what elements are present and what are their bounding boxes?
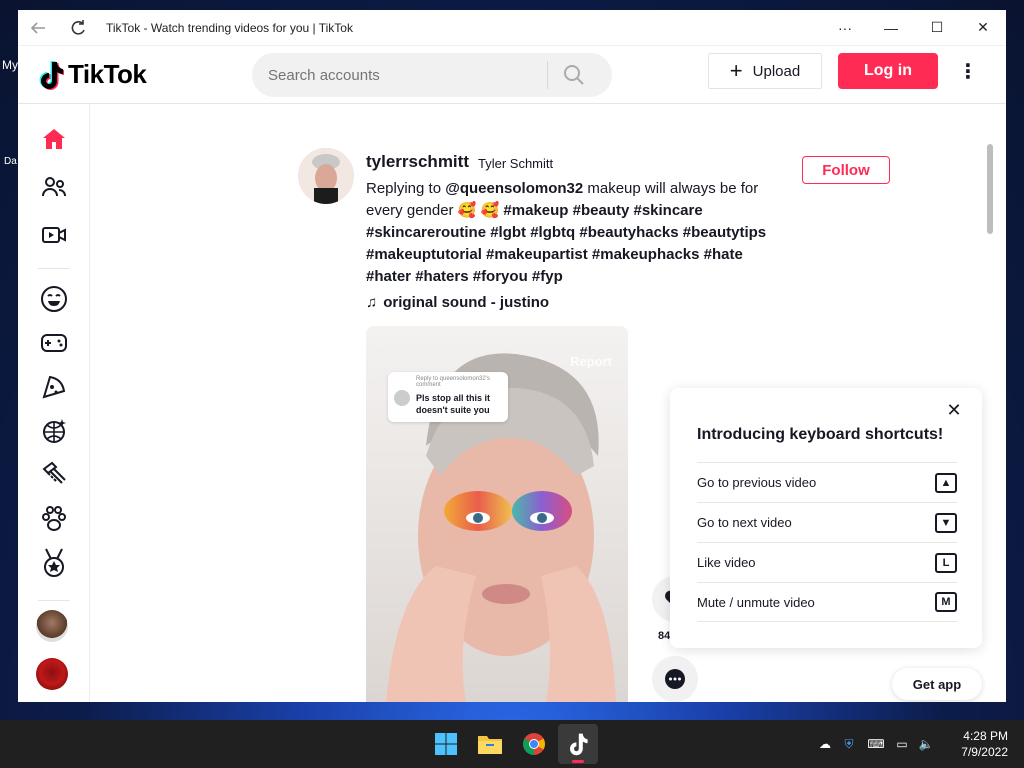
shortcuts-title: Introducing keyboard shortcuts! [697,426,944,443]
window-title: TikTok - Watch trending videos for you |… [106,20,353,35]
l-key-icon: L [935,552,957,573]
sidebar [18,104,90,702]
avatar[interactable] [36,610,68,642]
active-indicator [572,760,584,763]
gaming-icon[interactable] [35,324,73,362]
avatar[interactable] [36,658,68,690]
desktop-icon-label[interactable]: My [2,58,18,72]
down-arrow-key-icon: ▼ [935,512,957,533]
creator-username[interactable]: tylerrschmitt [366,152,469,172]
cloud-offline-icon[interactable]: ☁ [814,737,836,751]
food-icon[interactable] [35,368,73,406]
dance-icon[interactable] [35,412,73,450]
following-icon[interactable] [35,168,73,206]
taskbar: ☁ ⛨ ⌨ ▭ 🔈 4:28 PM 7/9/2022 [0,720,1024,768]
video-player[interactable]: Report Reply to queensolomon32's comment… [366,326,628,702]
desktop-icon-label[interactable]: Da [4,156,17,167]
reply-header: Reply to queensolomon32's comment [416,376,490,388]
chrome-button[interactable] [514,724,554,764]
search-button[interactable] [548,53,600,97]
login-button[interactable]: Log in [838,53,938,89]
commenter-avatar [394,390,410,406]
logo-text: TikTok [68,59,147,89]
tiktok-taskbar-button[interactable] [558,724,598,764]
tiktok-logo[interactable]: TikTok [38,59,238,90]
back-arrow-icon [30,21,45,34]
creator-nickname[interactable]: Tyler Schmitt [478,156,553,171]
search-bar [252,53,612,97]
video-caption: Replying to @queensolomon32 makeup will … [366,178,786,288]
animals-icon[interactable] [35,500,73,538]
creator-avatar[interactable] [298,148,354,204]
clock-time: 4:28 PM [963,729,1008,743]
report-button[interactable]: Report [570,354,612,369]
sound-name: original sound - justino [383,294,550,311]
clock-date: 7/9/2022 [961,745,1008,759]
folder-icon [478,736,502,754]
live-icon[interactable] [35,216,73,254]
video-feed: tylerrschmitt Tyler Schmitt Replying to … [90,104,995,702]
follow-button[interactable]: Follow [802,156,890,184]
system-tray: ☁ ⛨ ⌨ ▭ 🔈 [814,720,938,768]
sports-icon[interactable] [35,544,73,582]
minimize-button[interactable]: — [868,10,914,46]
network-icon[interactable]: ▭ [890,737,914,751]
tiktok-icon [570,733,588,756]
refresh-button[interactable] [58,10,98,46]
music-note-icon: ♫ [366,294,378,311]
search-input[interactable] [252,53,547,97]
shortcut-row: Like video L [697,542,957,582]
more-options-button[interactable]: ··· [822,10,868,46]
upload-label: Upload [752,62,801,80]
shortcut-row: Mute / unmute video M [697,582,957,622]
upload-button[interactable]: + Upload [708,53,822,89]
get-app-button[interactable]: Get app [892,668,982,700]
maximize-button[interactable]: ☐ [914,10,960,46]
shortcut-row: Go to previous video ▲ [697,462,957,502]
browser-window: TikTok - Watch trending videos for you |… [18,10,1006,702]
tiktok-note-icon [39,60,64,90]
shortcut-label: Go to next video [697,515,792,530]
shortcut-label: Like video [697,555,756,570]
windows-logo-icon [435,733,457,755]
sidebar-divider [38,600,70,601]
volume-icon[interactable]: 🔈 [914,737,938,751]
refresh-icon [71,19,85,35]
home-icon[interactable] [35,120,73,158]
comedy-icon[interactable] [35,280,73,318]
sidebar-divider [38,268,70,269]
shortcut-row: Go to next video ▼ [697,502,957,542]
shortcut-label: Mute / unmute video [697,594,815,610]
more-menu-icon[interactable]: ⋮ [956,53,980,89]
like-count: 84 [658,630,671,642]
scrollbar[interactable] [987,144,993,234]
title-bar: TikTok - Watch trending videos for you |… [18,10,1006,46]
security-shield-icon[interactable]: ⛨ [836,737,862,752]
plus-icon: + [729,58,743,83]
keyboard-shortcuts-popup: ✕ Introducing keyboard shortcuts! Go to … [670,388,982,648]
start-button[interactable] [426,724,466,764]
reply-comment-sticker: Reply to queensolomon32's comment Pls st… [388,372,508,422]
shortcut-label: Go to previous video [697,475,817,490]
m-key-icon: M [935,592,957,612]
mention-link[interactable]: @queensolomon32 [445,180,583,197]
close-icon[interactable]: ✕ [942,398,966,422]
chrome-icon [523,733,545,755]
file-explorer-button[interactable] [470,724,510,764]
tiktok-header: TikTok + Upload Log in ⋮ [18,46,1006,104]
sound-link[interactable]: ♫ original sound - justino [366,294,549,311]
clock[interactable]: 4:28 PM 7/9/2022 [961,728,1008,760]
close-button[interactable]: ✕ [960,10,1006,46]
beauty-icon[interactable] [35,456,73,494]
search-icon [564,65,584,85]
up-arrow-key-icon: ▲ [935,472,957,493]
keyboard-icon[interactable]: ⌨ [862,737,890,751]
comment-button[interactable] [652,656,698,702]
reply-text: Pls stop all this it doesn't suite you [416,393,491,415]
comment-icon [665,669,685,689]
back-button[interactable] [18,10,58,46]
caption-prefix: Replying to [366,180,446,197]
